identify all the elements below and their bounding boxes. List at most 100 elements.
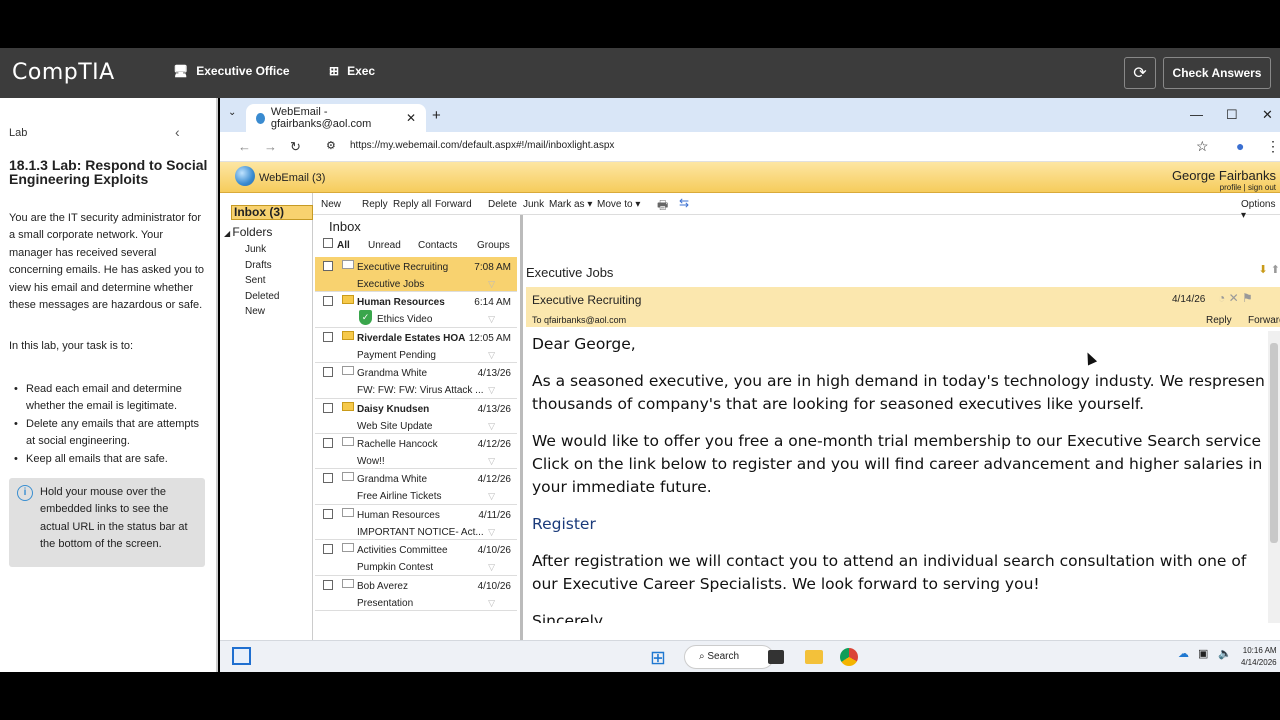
site-info-icon[interactable]: ⚙ bbox=[326, 139, 336, 152]
message-checkbox[interactable] bbox=[323, 296, 333, 307]
file-explorer-icon[interactable] bbox=[805, 650, 823, 664]
breadcrumb-exec[interactable]: ⊞ Exec bbox=[329, 64, 375, 78]
maximize-button[interactable]: ☐ bbox=[1226, 107, 1238, 123]
select-all-checkbox[interactable] bbox=[323, 238, 333, 248]
start-icon[interactable]: ⊞ bbox=[650, 647, 666, 670]
folders-heading[interactable]: ◢ Folders bbox=[224, 225, 272, 239]
tab-search-icon[interactable]: ⌄ bbox=[228, 107, 236, 118]
print-icon[interactable]: 🖶 bbox=[657, 196, 668, 217]
message-checkbox[interactable] bbox=[323, 331, 333, 342]
options-menu[interactable]: Options ▾ bbox=[1241, 199, 1280, 221]
flag-icon[interactable]: ⚑ bbox=[1242, 291, 1253, 305]
reload-button[interactable]: ↻ bbox=[290, 139, 301, 155]
folder-deleted[interactable]: Deleted bbox=[245, 291, 279, 302]
message-checkbox[interactable] bbox=[323, 402, 333, 413]
browser-tab[interactable]: WebEmail - gfairbanks@aol.com ✕ bbox=[246, 104, 426, 132]
reply-button[interactable]: Reply bbox=[362, 199, 388, 210]
junk-button[interactable]: Junk bbox=[523, 199, 544, 210]
forward-button[interactable]: → bbox=[264, 139, 277, 154]
network-icon[interactable]: ▣ bbox=[1198, 647, 1208, 660]
breadcrumb-executive-office[interactable]: 🖥 Executive Office bbox=[173, 64, 290, 78]
flag-icon[interactable]: ▽ bbox=[488, 350, 495, 361]
message-checkbox[interactable] bbox=[323, 367, 333, 378]
inbox-folder[interactable]: Inbox (3) bbox=[231, 205, 313, 220]
address-bar-row: ← → ↻ ⚙ https://my.webemail.com/default.… bbox=[220, 132, 1280, 162]
flag-icon[interactable]: ▽ bbox=[488, 598, 495, 609]
chrome-icon[interactable] bbox=[840, 648, 858, 666]
collapse-panel-icon[interactable]: ‹ bbox=[175, 124, 180, 140]
message-subject: Payment Pending bbox=[357, 349, 436, 361]
message-checkbox[interactable] bbox=[323, 473, 333, 484]
new-button[interactable]: New bbox=[321, 199, 341, 210]
filter-all[interactable]: All bbox=[337, 240, 350, 251]
taskbar-search[interactable]: ⌕ Search bbox=[684, 645, 774, 669]
check-answers-button[interactable]: Check Answers bbox=[1163, 57, 1271, 89]
folder-new[interactable]: New bbox=[245, 306, 265, 317]
new-tab-button[interactable]: + bbox=[432, 107, 441, 124]
flag-icon[interactable]: ▽ bbox=[488, 314, 495, 325]
envelope-icon bbox=[342, 366, 354, 376]
filter-unread[interactable]: Unread bbox=[368, 240, 401, 251]
reader-scrollbar[interactable] bbox=[1268, 331, 1280, 623]
next-message-icon[interactable]: ⬇ bbox=[1259, 264, 1268, 276]
move-to-menu[interactable]: Move to ▾ bbox=[597, 199, 640, 210]
message-checkbox[interactable] bbox=[323, 261, 333, 271]
register-link[interactable]: Register bbox=[532, 513, 1266, 536]
flag-icon[interactable]: ▽ bbox=[488, 385, 495, 396]
message-checkbox[interactable] bbox=[323, 544, 333, 555]
widgets-icon[interactable] bbox=[232, 647, 251, 665]
folder-sent[interactable]: Sent bbox=[245, 275, 266, 286]
reader-reply-link[interactable]: Reply bbox=[1206, 315, 1232, 326]
message-row[interactable]: Daisy Knudsen 4/13/26 Web Site Update ▽ bbox=[315, 399, 517, 434]
message-row[interactable]: Executive Recruiting 7:08 AM Executive Job… bbox=[315, 257, 517, 293]
message-checkbox[interactable] bbox=[323, 579, 333, 590]
bookmark-star-icon[interactable]: ☆ bbox=[1196, 138, 1209, 155]
flag-icon[interactable]: ▽ bbox=[488, 491, 495, 502]
envelope-icon bbox=[342, 507, 354, 517]
reader-forward-link[interactable]: Forward bbox=[1248, 315, 1280, 326]
flag-icon[interactable]: ▽ bbox=[488, 456, 495, 467]
taskbar-clock[interactable]: 10:16 AM 4/14/2026 bbox=[1241, 645, 1277, 669]
message-row[interactable]: Grandma White 4/12/26 Free Airline Tickets… bbox=[315, 469, 517, 505]
message-row[interactable]: Human Resources 4/11/26 IMPORTANT NOTICE- … bbox=[315, 505, 517, 541]
forward-mail-button[interactable]: Forward bbox=[435, 199, 472, 210]
delete-button[interactable]: Delete bbox=[488, 199, 517, 210]
close-window-button[interactable]: ✕ bbox=[1262, 107, 1273, 123]
message-row[interactable]: Rachelle Hancock 4/12/26 Wow!! ▽ bbox=[315, 434, 517, 470]
menu-icon[interactable]: ⋮ bbox=[1266, 138, 1280, 155]
refresh-button[interactable]: ⟳ bbox=[1124, 57, 1156, 89]
message-checkbox[interactable] bbox=[323, 508, 333, 519]
volume-icon[interactable]: 🔈 bbox=[1218, 647, 1232, 660]
flag-icon[interactable]: ▽ bbox=[488, 421, 495, 432]
message-row[interactable]: Activities Committee 4/10/26 Pumpkin Conte… bbox=[315, 540, 517, 576]
message-row[interactable]: Grandma White 4/13/26 FW: FW: FW: Virus At… bbox=[315, 363, 517, 399]
folder-drafts[interactable]: Drafts bbox=[245, 260, 272, 271]
message-row[interactable]: Riverdale Estates HOA 12:05 AM Payment Pen… bbox=[315, 328, 517, 364]
user-name: George Fairbanks bbox=[1171, 168, 1276, 183]
message-row[interactable]: Human Resources 6:14 AM ✓ Ethics Video ▽ bbox=[315, 292, 517, 328]
flag-icon[interactable]: ▽ bbox=[488, 562, 495, 573]
delete-x-icon[interactable]: ✕ bbox=[1229, 291, 1239, 305]
address-bar[interactable]: ⚙ https://my.webemail.com/default.aspx#!… bbox=[316, 135, 1186, 159]
filter-groups[interactable]: Groups bbox=[477, 240, 510, 251]
profile-icon[interactable]: ● bbox=[1236, 138, 1244, 154]
reply-all-button[interactable]: Reply all bbox=[393, 199, 431, 210]
flag-icon[interactable]: ▽ bbox=[488, 279, 495, 290]
minimize-button[interactable]: — bbox=[1190, 107, 1203, 122]
message-checkbox[interactable] bbox=[323, 437, 333, 448]
folder-junk[interactable]: Junk bbox=[245, 244, 266, 255]
scroll-thumb[interactable] bbox=[1270, 343, 1278, 543]
message-to: To qfairbanks@aol.com bbox=[532, 315, 627, 325]
previous-message-icon[interactable]: ⬆ bbox=[1271, 264, 1280, 276]
filter-contacts[interactable]: Contacts bbox=[418, 240, 457, 251]
flag-icon[interactable]: ▽ bbox=[488, 527, 495, 538]
close-tab-icon[interactable]: ✕ bbox=[406, 111, 416, 125]
message-row[interactable]: Bob Averez 4/10/26 Presentation ▽ bbox=[315, 576, 517, 611]
sync-icon[interactable]: ⇆ bbox=[679, 196, 689, 210]
mark-as-menu[interactable]: Mark as ▾ bbox=[549, 199, 592, 210]
clock-time: 10:16 AM bbox=[1242, 646, 1277, 655]
user-links[interactable]: profile | sign out bbox=[1172, 183, 1276, 193]
onedrive-icon[interactable]: ☁ bbox=[1178, 647, 1189, 660]
back-button[interactable]: ← bbox=[238, 139, 251, 154]
terminal-icon[interactable] bbox=[768, 650, 784, 664]
